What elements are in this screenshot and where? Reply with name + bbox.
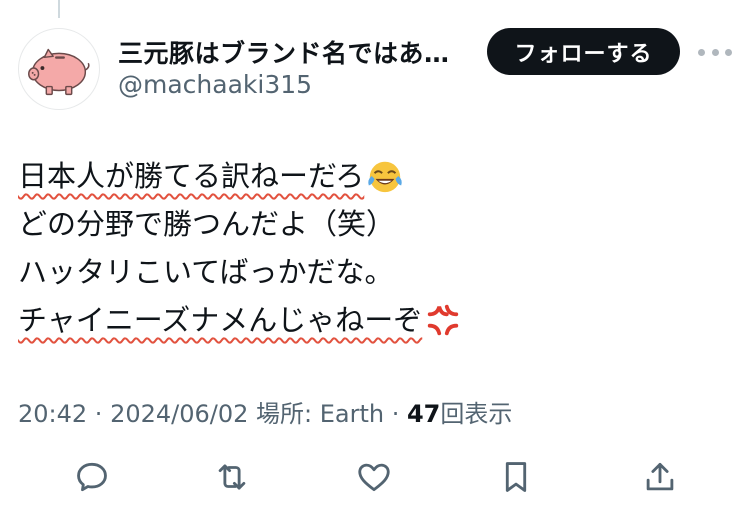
tweet-time[interactable]: 20:42 <box>18 400 87 428</box>
face-with-tears-of-joy-icon <box>368 161 402 193</box>
retweet-button[interactable] <box>208 453 256 501</box>
reply-button[interactable] <box>68 453 116 501</box>
bookmark-button[interactable] <box>492 453 540 501</box>
tweet-date[interactable]: 2024/06/02 <box>110 400 248 428</box>
pig-icon <box>28 48 90 96</box>
tweet-line: チャイニーズナメんじゃねーぞ <box>18 296 718 344</box>
view-label: 回表示 <box>440 400 513 428</box>
tweet-line: 日本人が勝てる訳ねーだろ <box>18 152 718 200</box>
tweet-line-text: 日本人が勝てる訳ねーだろ <box>18 159 365 193</box>
more-dot <box>711 48 719 56</box>
retweet-icon <box>218 464 246 490</box>
anger-symbol-icon <box>428 304 459 336</box>
more-options-icon[interactable] <box>698 42 732 62</box>
thread-connector-line <box>58 0 60 18</box>
tweet-line-text: どの分野で勝つんだよ（笑） <box>18 207 396 241</box>
tweet-line-text: ハッタリこいてばっかだな。 <box>18 255 394 289</box>
meta-separator: · <box>384 400 407 428</box>
reply-icon <box>77 462 107 492</box>
meta-separator: · <box>87 400 111 428</box>
bookmark-icon <box>505 462 527 492</box>
user-handle[interactable]: @machaaki315 <box>118 70 312 99</box>
tweet-line: ハッタリこいてばっかだな。 <box>18 248 718 296</box>
follow-button[interactable]: フォローする <box>487 28 680 75</box>
share-icon <box>646 462 674 491</box>
like-button[interactable] <box>350 453 398 501</box>
avatar[interactable] <box>18 28 100 110</box>
action-bar <box>68 453 688 501</box>
more-dot <box>725 48 732 56</box>
tweet-text: 日本人が勝てる訳ねーだろ どの分野で勝つんだよ（笑） ハッタリこいてばっかだな。… <box>18 152 718 344</box>
more-dot <box>698 48 705 56</box>
display-name[interactable]: 三元豚はブランド名ではあ… <box>118 34 468 70</box>
tweet-line-text: チャイニーズナメんじゃねーぞ <box>18 303 423 337</box>
tweet-location: 場所: Earth <box>248 400 385 428</box>
view-count: 47 <box>406 400 441 428</box>
tweet-line: どの分野で勝つんだよ（笑） <box>18 200 718 248</box>
like-icon <box>358 463 390 492</box>
tweet-meta: 20:42 · 2024/06/02 場所: Earth · 47回表示 <box>18 394 512 429</box>
share-button[interactable] <box>636 453 684 501</box>
